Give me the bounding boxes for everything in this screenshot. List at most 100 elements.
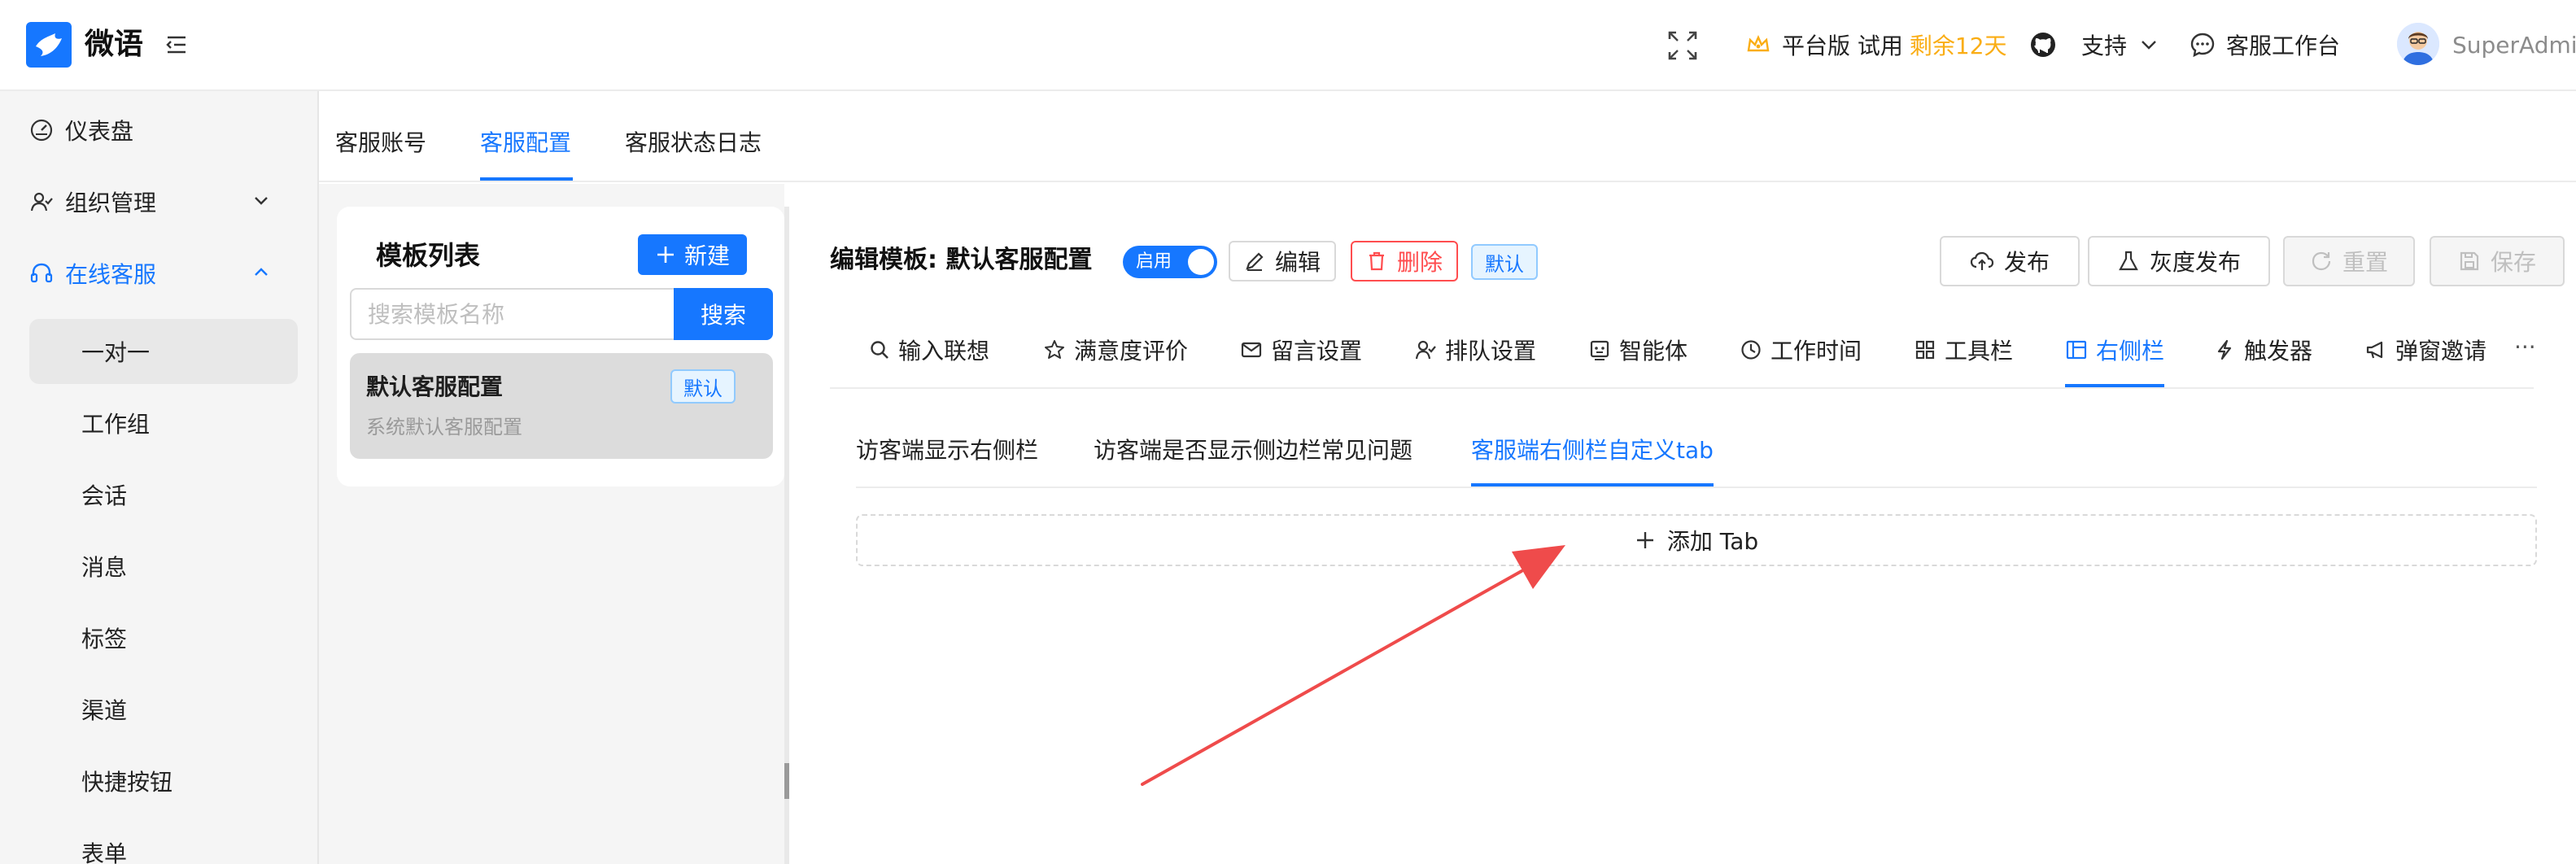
subtab-visitor-show-sidebar[interactable]: 访客端显示右侧栏 xyxy=(856,428,1038,473)
template-description: 系统默认客服配置 xyxy=(366,416,522,439)
editor-tab-bar: 输入联想 满意度评价 留言设置 排队设置 智能体 工作时间 工具栏 右侧栏 触发… xyxy=(830,312,2534,389)
template-name: 默认客服配置 xyxy=(366,373,504,400)
sidebar-item-org[interactable]: 组织管理 xyxy=(29,169,156,234)
plus-icon xyxy=(1636,532,1653,548)
sidebar-subitem[interactable]: 消息 xyxy=(81,534,127,599)
chat-bubble-icon xyxy=(2190,33,2215,58)
tab-popup-invite[interactable]: 弹窗邀请 xyxy=(2364,334,2486,366)
cloud-upload-icon xyxy=(1970,251,1994,270)
clock-icon xyxy=(1741,340,1761,360)
gray-publish-button[interactable]: 灰度发布 xyxy=(2088,236,2270,286)
trash-icon xyxy=(1369,251,1384,271)
tab-label: 留言设置 xyxy=(1271,338,1363,364)
tab-message-settings[interactable]: 留言设置 xyxy=(1240,334,1362,366)
splitter-grip[interactable] xyxy=(784,763,789,799)
tab-agent[interactable]: 智能体 xyxy=(1588,334,1687,366)
new-template-label: 新建 xyxy=(683,242,730,269)
plus-icon xyxy=(657,247,674,263)
sidebar-item-label: 组织管理 xyxy=(65,190,157,216)
user-avatar-icon xyxy=(2397,23,2439,65)
save-label: 保存 xyxy=(2490,249,2536,276)
username[interactable]: SuperAdmin xyxy=(2452,24,2576,65)
sidebar-subitem[interactable]: 渠道 xyxy=(81,677,127,742)
beaker-icon xyxy=(2119,251,2138,271)
sidebar-subitem[interactable]: 会话 xyxy=(81,462,127,527)
sidebar-subitem[interactable]: 标签 xyxy=(81,605,127,670)
tab-label: 排队设置 xyxy=(1445,338,1537,364)
new-template-button[interactable]: 新建 xyxy=(638,234,747,275)
layout-sidebar-icon xyxy=(2066,340,2087,360)
subtab-agent-custom-tab[interactable]: 客服端右侧栏自定义tab xyxy=(1471,428,1714,473)
tab-trigger[interactable]: 触发器 xyxy=(2213,334,2312,366)
star-icon xyxy=(1045,340,1064,359)
tab-label: 满意度评价 xyxy=(1074,338,1189,364)
app-logo[interactable] xyxy=(26,22,72,68)
sub-tab-bar: 访客端显示右侧栏 访客端是否显示侧边栏常见问题 客服端右侧栏自定义tab xyxy=(856,428,2537,488)
plan-indicator[interactable]: 平台版 试用 剩余12天 xyxy=(1744,24,2007,65)
tab-label: 智能体 xyxy=(1619,338,1688,364)
template-search-input[interactable] xyxy=(350,288,675,340)
sidebar-subitem[interactable]: 工作组 xyxy=(81,391,150,456)
tab-input-suggest[interactable]: 输入联想 xyxy=(869,334,989,366)
save-button[interactable]: 保存 xyxy=(2430,236,2565,286)
github-icon[interactable] xyxy=(2029,31,2057,59)
tab-satisfaction[interactable]: 满意度评价 xyxy=(1043,334,1188,366)
search-button[interactable]: 搜索 xyxy=(674,288,773,340)
tab-service-accounts[interactable]: 客服账号 xyxy=(335,127,426,159)
reset-label: 重置 xyxy=(2342,249,2388,276)
publish-label: 发布 xyxy=(2003,249,2050,276)
support-menu[interactable]: 支持 xyxy=(2081,24,2159,65)
enable-switch[interactable]: 启用 xyxy=(1123,246,1217,278)
sidebar-subitem[interactable]: 表单 xyxy=(81,820,127,864)
tab-service-config[interactable]: 客服配置 xyxy=(480,127,571,159)
tab-toolbar[interactable]: 工具栏 xyxy=(1914,334,2013,366)
user-queue-icon xyxy=(1415,340,1436,360)
dashboard-icon xyxy=(30,119,53,142)
tab-service-status-log[interactable]: 客服状态日志 xyxy=(625,127,762,159)
tab-label: 工具栏 xyxy=(1945,338,2014,364)
user-avatar[interactable] xyxy=(2397,23,2439,65)
publish-button[interactable]: 发布 xyxy=(1940,236,2080,286)
megaphone-icon xyxy=(2366,341,2383,359)
edit-button[interactable]: 编辑 xyxy=(1229,241,1336,281)
tab-label: 输入联想 xyxy=(898,338,990,364)
tab-active-indicator xyxy=(480,177,573,181)
chevron-up-icon[interactable] xyxy=(249,260,273,285)
bird-logo-icon xyxy=(36,33,62,56)
gray-publish-label: 灰度发布 xyxy=(2149,249,2241,276)
menu-fold-icon[interactable] xyxy=(163,31,190,59)
default-badge: 默认 xyxy=(670,369,736,404)
mail-icon xyxy=(1241,342,1262,358)
sidebar-active-highlight xyxy=(29,319,298,384)
default-badge: 默认 xyxy=(1471,244,1538,280)
support-label: 支持 xyxy=(2081,33,2128,59)
sidebar-item-dashboard[interactable]: 仪表盘 xyxy=(29,98,133,163)
chevron-down-icon xyxy=(2142,41,2156,50)
template-list-item[interactable]: 默认客服配置 系统默认客服配置 默认 xyxy=(350,353,773,459)
delete-button[interactable]: 删除 xyxy=(1351,241,1458,281)
users-icon xyxy=(30,192,53,212)
delete-label: 删除 xyxy=(1396,249,1443,276)
sidebar-subitem[interactable]: 一对一 xyxy=(81,319,150,384)
subtab-visitor-show-faq[interactable]: 访客端是否显示侧边栏常见问题 xyxy=(1094,428,1412,473)
sidebar-item-online-service[interactable]: 在线客服 xyxy=(29,241,156,306)
workbench-link[interactable]: 客服工作台 xyxy=(2189,24,2340,65)
tab-working-hours[interactable]: 工作时间 xyxy=(1740,334,1862,366)
chevron-down-icon[interactable] xyxy=(249,189,273,213)
lightning-icon xyxy=(2217,339,2232,360)
tab-queue-settings[interactable]: 排队设置 xyxy=(1414,334,1536,366)
tab-label: 工作时间 xyxy=(1770,338,1862,364)
reset-button[interactable]: 重置 xyxy=(2283,236,2415,286)
search-icon xyxy=(871,341,889,359)
fullscreen-icon[interactable] xyxy=(1666,29,1699,62)
sidebar-subitem[interactable]: 快捷按钮 xyxy=(81,748,172,814)
grid-icon xyxy=(1915,340,1935,360)
tab-right-sidebar[interactable]: 右侧栏 xyxy=(2065,334,2164,366)
add-tab-button[interactable]: 添加 Tab xyxy=(856,514,2537,566)
more-tabs-button[interactable]: ··· xyxy=(2514,334,2536,360)
crown-icon xyxy=(1747,35,1770,52)
top-header: 微语 平台版 试用 剩余12天 支持 客服工作台 SuperAdmi xyxy=(0,0,2576,91)
plan-label: 平台版 试用 xyxy=(1782,33,1903,59)
editor-tab-active-indicator xyxy=(2065,384,2164,387)
editor-title: 编辑模板: 默认客服配置 xyxy=(830,246,1093,274)
